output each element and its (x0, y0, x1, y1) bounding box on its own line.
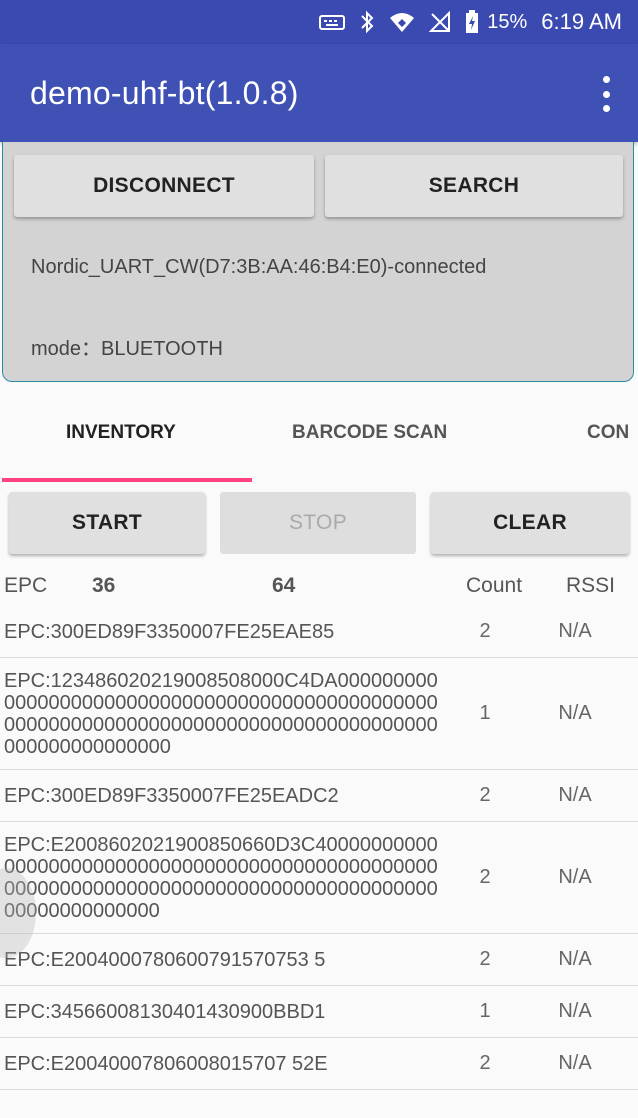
keyboard-icon (319, 13, 346, 31)
list-item[interactable]: EPC:E20040007806008015707 52E 2 N/A (0, 1038, 638, 1090)
epc-value: EPC:E20040007806008015707 52E (4, 1052, 328, 1075)
count-value: 2 (479, 948, 491, 970)
epc-value: EPC:34566008130401430900BBD1 (4, 1000, 326, 1023)
epc-list[interactable]: EPC:300ED89F3350007FE25EAE85 2 N/A EPC:1… (0, 606, 638, 1090)
tab-con[interactable]: CON (587, 422, 629, 444)
epc-value: EPC:E2004000780600791570753 5 (4, 948, 326, 971)
rssi-value: N/A (558, 702, 592, 724)
count-value: 1 (479, 1000, 491, 1022)
stop-button[interactable]: STOP (220, 492, 416, 554)
list-item[interactable]: EPC:E2004000780600791570753 5 2 N/A (0, 934, 638, 986)
list-item[interactable]: EPC:123486020219008508000C4DA00000000000… (0, 658, 638, 770)
app-title: demo-uhf-bt(1.0.8) (30, 74, 299, 111)
disconnect-button[interactable]: DISCONNECT (14, 155, 314, 217)
status-bar: 15% 6:19 AM (0, 0, 638, 44)
rssi-value: N/A (558, 784, 592, 806)
count-value: 1 (479, 702, 491, 724)
rssi-value: N/A (558, 948, 592, 970)
rssi-value: N/A (558, 1000, 592, 1022)
list-header: EPC 36 64 Count RSSI (0, 568, 638, 608)
overflow-menu-icon[interactable] (596, 76, 616, 112)
list-item[interactable]: EPC:300ED89F3350007FE25EAE85 2 N/A (0, 606, 638, 658)
signal-off-icon (429, 11, 451, 33)
epc-value: EPC:E2008602021900850660D3C4000000000000… (4, 833, 438, 922)
tab-barcode-scan[interactable]: BARCODE SCAN (292, 422, 447, 444)
clock: 6:19 AM (541, 9, 622, 34)
mode-label: mode：BLUETOOTH (31, 338, 223, 360)
list-item[interactable]: EPC:300ED89F3350007FE25EADC2 2 N/A (0, 770, 638, 822)
epc-value: EPC:300ED89F3350007FE25EAE85 (4, 620, 335, 643)
count-header: Count (466, 574, 523, 597)
rssi-value: N/A (558, 1052, 592, 1074)
list-item[interactable]: EPC:34566008130401430900BBD1 1 N/A (0, 986, 638, 1038)
epc-value: EPC:300ED89F3350007FE25EADC2 (4, 784, 339, 807)
epc-value: EPC:123486020219008508000C4DA00000000000… (4, 669, 438, 758)
rssi-header: RSSI (566, 574, 616, 597)
count-value: 2 (479, 866, 491, 888)
tab-indicator (2, 478, 252, 482)
count-value: 2 (479, 1052, 491, 1074)
tab-inventory[interactable]: INVENTORY (66, 422, 176, 444)
count-value: 2 (479, 784, 491, 806)
count-value: 2 (479, 620, 491, 642)
bluetooth-icon (359, 10, 375, 34)
clear-button[interactable]: CLEAR (431, 492, 629, 554)
wifi-icon (389, 11, 415, 33)
action-bar: START STOP CLEAR (0, 492, 638, 556)
search-button[interactable]: SEARCH (325, 155, 623, 217)
rssi-value: N/A (558, 620, 592, 642)
tag-total: 36 (92, 574, 116, 597)
read-count-total: 64 (272, 574, 296, 597)
start-button[interactable]: START (9, 492, 205, 554)
tab-bar: INVENTORY BARCODE SCAN CON (0, 392, 638, 482)
epc-header: EPC (4, 574, 48, 597)
rssi-value: N/A (558, 866, 592, 888)
app-bar: demo-uhf-bt(1.0.8) (0, 44, 638, 142)
battery-level: 15% (487, 10, 528, 33)
connection-panel: DISCONNECT SEARCH Nordic_UART_CW(D7:3B:A… (2, 142, 634, 382)
battery-charging-icon (465, 10, 479, 34)
list-item[interactable]: EPC:E2008602021900850660D3C4000000000000… (0, 822, 638, 934)
device-status: Nordic_UART_CW(D7:3B:AA:46:B4:E0)-connec… (31, 256, 487, 278)
